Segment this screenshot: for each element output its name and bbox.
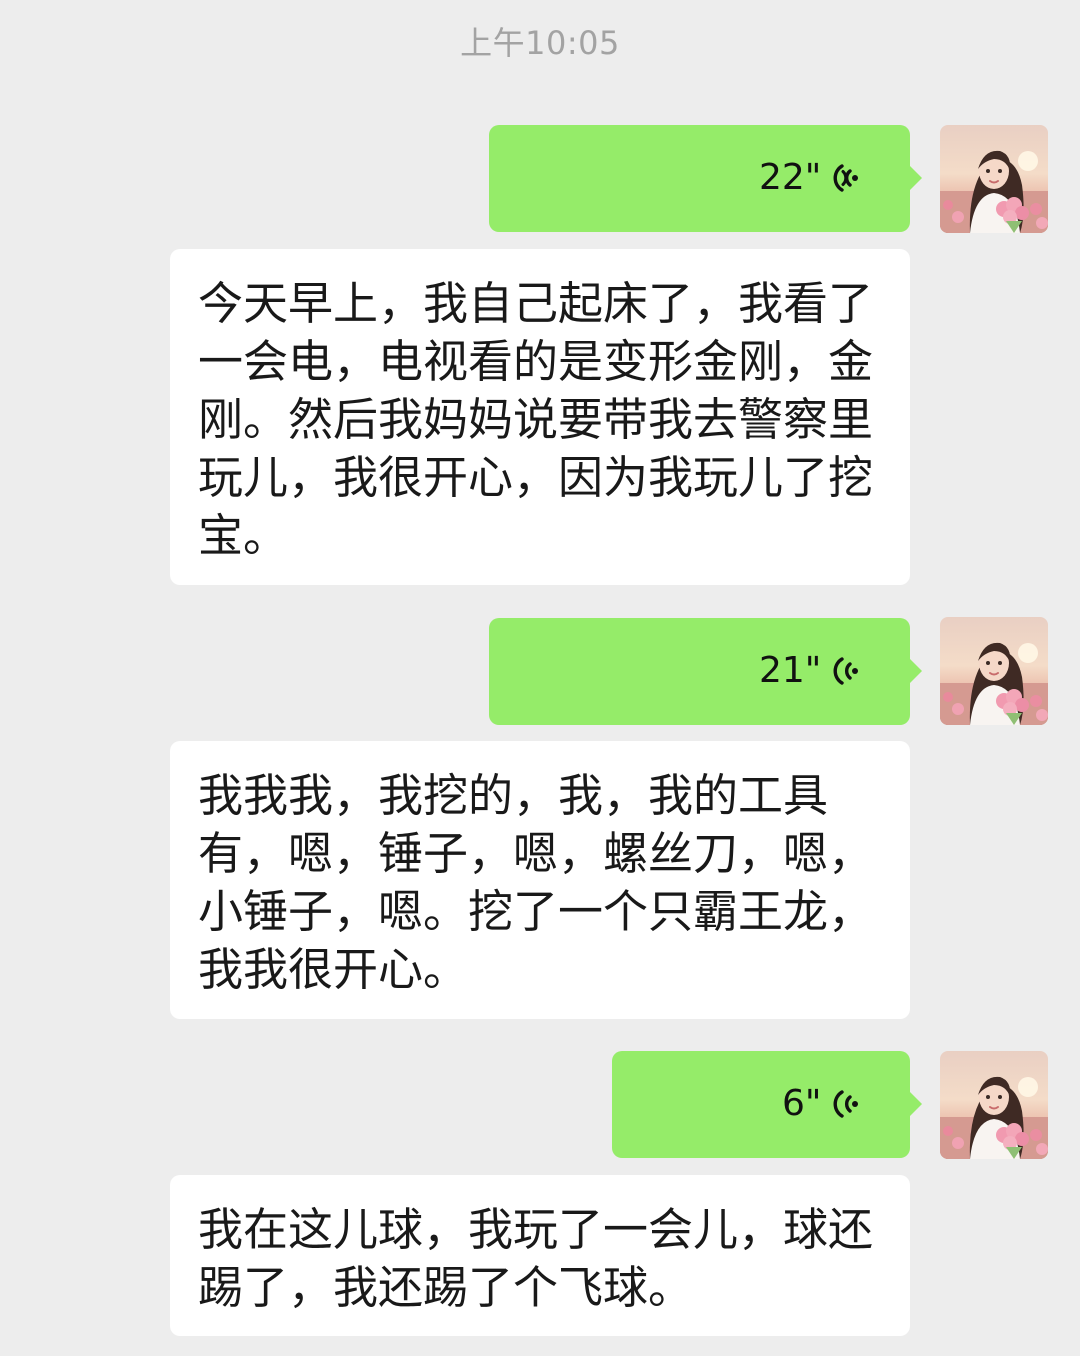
voice-wave-icon <box>833 164 858 192</box>
message-timestamp: 上午10:05 <box>460 24 620 62</box>
voice-duration: 6" <box>782 1083 822 1124</box>
voice-message-bubble[interactable]: 21" <box>489 618 922 725</box>
text-message-bubble[interactable]: 今天早上，我自己起床了，我看了一会电，电视看的是变形金刚，金刚。然后我妈妈说要带… <box>170 249 910 585</box>
avatar-image <box>940 617 1048 725</box>
message-text: 我在这儿球，我玩了一会儿，球还踢了，我还踢了个飞球。 <box>198 1203 874 1314</box>
message-text: 今天早上，我自己起床了，我看了一会电，电视看的是变形金刚，金刚。然后我妈妈说要带… <box>198 277 874 562</box>
voice-message-bubble[interactable]: 22" <box>489 125 922 232</box>
text-message-bubble[interactable]: 我在这儿球，我玩了一会儿，球还踢了，我还踢了个飞球。 <box>170 1175 910 1336</box>
user-avatar[interactable] <box>940 125 1048 233</box>
avatar-image <box>940 125 1048 233</box>
voice-duration: 21" <box>759 650 822 691</box>
voice-duration: 22" <box>759 157 822 198</box>
text-message-bubble[interactable]: 我我我，我挖的，我，我的工具有，嗯，锤子，嗯，螺丝刀，嗯，小锤子，嗯。挖了一个只… <box>170 741 910 1019</box>
voice-wave-icon <box>833 657 858 685</box>
message-text: 我我我，我挖的，我，我的工具有，嗯，锤子，嗯，螺丝刀，嗯，小锤子，嗯。挖了一个只… <box>198 769 874 996</box>
voice-wave-icon <box>833 1090 858 1118</box>
user-avatar[interactable] <box>940 617 1048 725</box>
voice-message-bubble[interactable]: 6" <box>612 1051 922 1158</box>
avatar-image <box>940 1051 1048 1159</box>
user-avatar[interactable] <box>940 1051 1048 1159</box>
